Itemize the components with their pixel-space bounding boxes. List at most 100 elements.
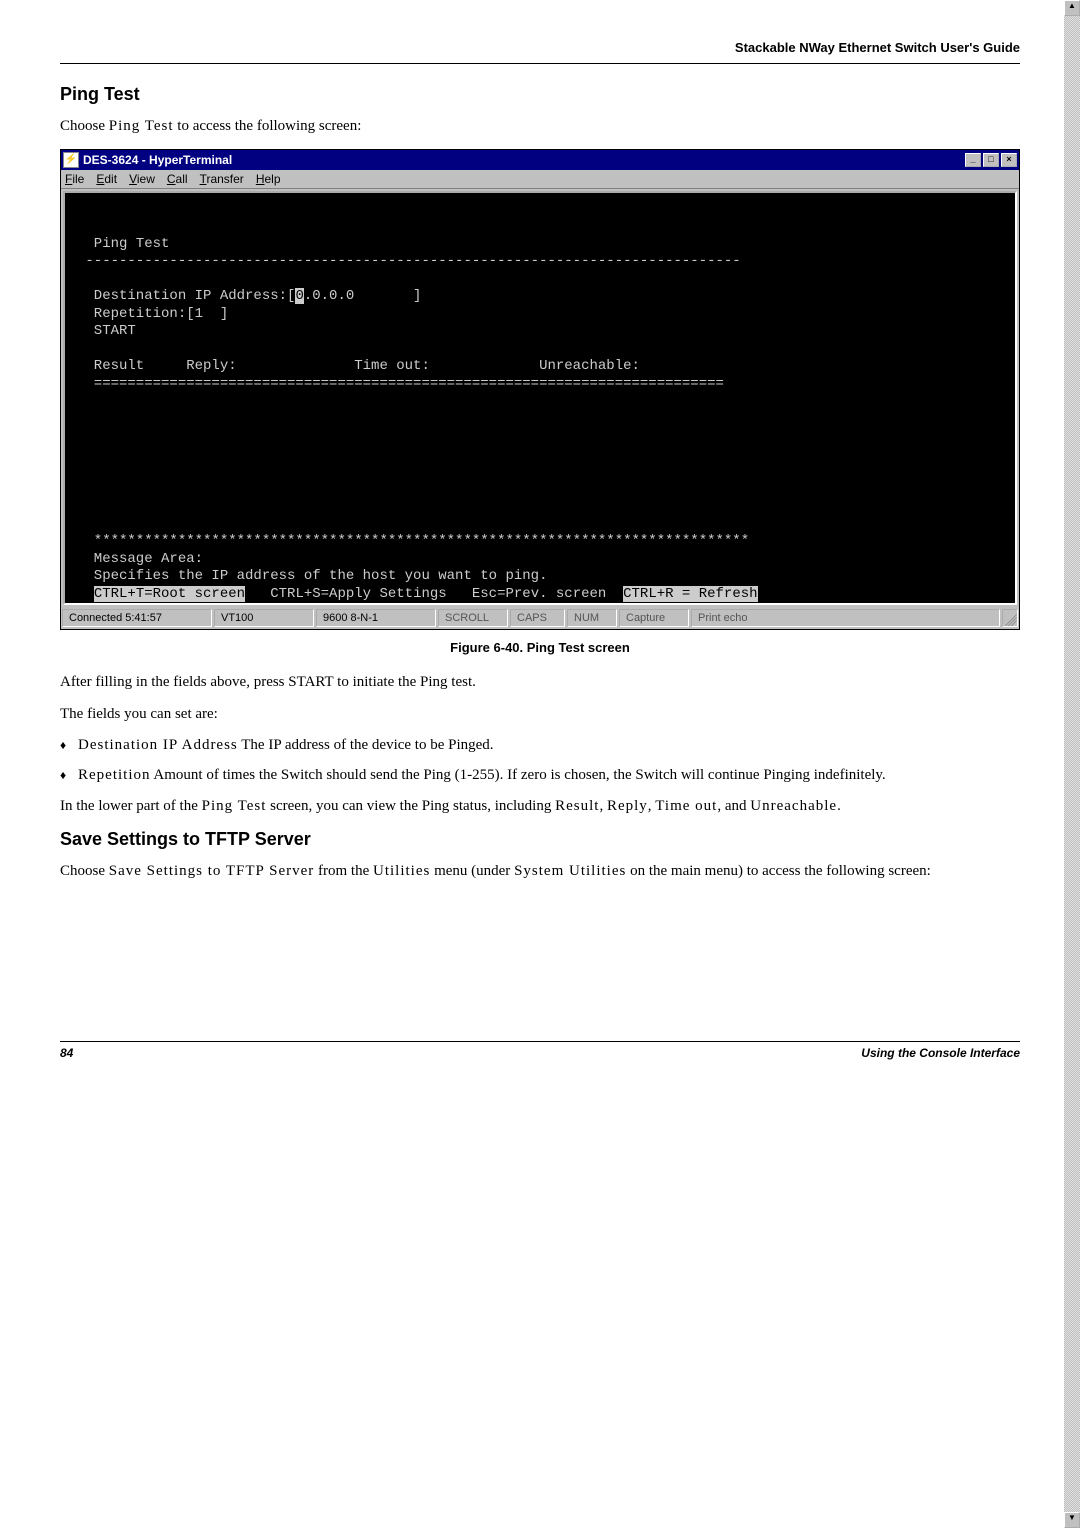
window-controls: _ □ ×	[963, 153, 1017, 167]
window-title: DES-3624 - HyperTerminal	[83, 153, 963, 167]
save-settings-paragraph: Choose Save Settings to TFTP Server from…	[60, 862, 1020, 882]
ping-test-heading: Ping Test	[60, 84, 1020, 105]
scroll-down-button[interactable]: ▼	[1064, 1512, 1080, 1528]
status-connected: Connected 5:41:57	[62, 609, 212, 627]
page-footer: 84 Using the Console Interface	[0, 1041, 1080, 1090]
s2-b2: Utilities	[373, 863, 430, 879]
status-emulation: VT100	[214, 609, 314, 627]
menu-bar: File Edit View Call Transfer Help	[61, 170, 1019, 189]
term-dest-line: Destination IP Address:[0.0.0.0 ]	[77, 288, 421, 304]
menu-view[interactable]: View	[129, 172, 155, 186]
footer-rule	[60, 1041, 1020, 1042]
term-blank8	[77, 463, 85, 479]
p3-b4: Time out	[655, 798, 717, 814]
field-list: Destination IP Address The IP address of…	[60, 736, 1020, 785]
term-eq-line: ========================================…	[77, 376, 724, 392]
close-button[interactable]: ×	[1001, 153, 1017, 167]
p3-mid: screen, you can view the Ping status, in…	[266, 798, 555, 814]
scroll-up-button[interactable]: ▲	[1064, 0, 1080, 16]
term-blank2	[77, 271, 85, 287]
after-p2: The fields you can set are:	[60, 705, 1020, 725]
p3-b3: Reply	[607, 798, 648, 814]
rest-destination: The IP address of the device to be Pinge…	[238, 737, 494, 753]
term-repetition: Repetition	[78, 767, 151, 783]
s2-b1: Save Settings to TFTP Server	[109, 863, 315, 879]
term-blank3	[77, 341, 85, 357]
list-item-destination: Destination IP Address The IP address of…	[60, 736, 1020, 756]
lower-part-paragraph: In the lower part of the Ping Test scree…	[60, 797, 1020, 817]
term-blank7	[77, 446, 85, 462]
term-blank10	[77, 498, 85, 514]
term-title-line: Ping Test	[77, 236, 169, 252]
term-hints: CTRL+T=Root screen CTRL+S=Apply Settings…	[77, 586, 758, 602]
footer-label: Using the Console Interface	[861, 1046, 1020, 1060]
term-dash: ----------------------------------------…	[77, 253, 741, 269]
term-stars: ****************************************…	[77, 533, 749, 549]
resize-grip-icon[interactable]	[1002, 609, 1018, 627]
p3-c1: ,	[599, 798, 607, 814]
hint-root: CTRL+T=Root screen	[94, 586, 245, 602]
p3-b2: Result	[555, 798, 599, 814]
s2-b3: System Utilities	[514, 863, 626, 879]
dest-ip-cursor[interactable]: 0	[295, 288, 303, 304]
hint-mid: CTRL+S=Apply Settings Esc=Prev. screen	[245, 586, 623, 602]
figure-caption: Figure 6-40. Ping Test screen	[0, 640, 1080, 655]
list-item-repetition: Repetition Amount of times the Switch sh…	[60, 766, 1020, 786]
p3-end: .	[837, 798, 841, 814]
term-blank	[77, 218, 85, 234]
intro-bold: Ping Test	[109, 118, 174, 134]
term-msgarea: Message Area:	[77, 551, 203, 567]
minimize-button[interactable]: _	[965, 153, 981, 167]
terminal-scrollbar[interactable]: ▲ ▼	[1064, 0, 1080, 1528]
header-rule	[60, 63, 1020, 64]
p3-pre: In the lower part of the	[60, 798, 202, 814]
term-blank11	[77, 516, 85, 532]
s2-pre: Choose	[60, 863, 109, 879]
terminal-frame: Ping Test ------------------------------…	[63, 191, 1017, 606]
term-blank9	[77, 481, 85, 497]
menu-file[interactable]: File	[65, 172, 84, 186]
term-destination: Destination IP Address	[78, 737, 238, 753]
term-msgtext: Specifies the IP address of the host you…	[77, 568, 547, 584]
status-printecho: Print echo	[691, 609, 1000, 627]
intro-pre: Choose	[60, 118, 109, 134]
intro-post: to access the following screen:	[174, 118, 362, 134]
term-blank6	[77, 428, 85, 444]
p3-b5: Unreachable	[750, 798, 837, 814]
maximize-button[interactable]: □	[983, 153, 999, 167]
page-header: Stackable NWay Ethernet Switch User's Gu…	[0, 0, 1080, 63]
status-caps: CAPS	[510, 609, 565, 627]
hint-refresh: CTRL+R = Refresh	[623, 586, 757, 602]
app-icon: ⚡	[63, 152, 79, 168]
menu-edit[interactable]: Edit	[96, 172, 117, 186]
p3-c3: , and	[717, 798, 750, 814]
scroll-track[interactable]	[1064, 16, 1080, 1512]
status-bar: Connected 5:41:57 VT100 9600 8-N-1 SCROL…	[61, 607, 1019, 629]
s2-mid3: on the main menu) to access the followin…	[626, 863, 931, 879]
dest-label: Destination IP Address:[	[77, 288, 295, 304]
title-bar[interactable]: ⚡ DES-3624 - HyperTerminal _ □ ×	[61, 150, 1019, 170]
menu-help[interactable]: Help	[256, 172, 281, 186]
s2-mid1: from the	[314, 863, 373, 879]
status-baud: 9600 8-N-1	[316, 609, 436, 627]
menu-call[interactable]: Call	[167, 172, 188, 186]
page-number: 84	[60, 1046, 73, 1060]
p3-b1: Ping Test	[202, 798, 267, 814]
s2-mid2: menu (under	[430, 863, 514, 879]
term-rep-line: Repetition:[1 ]	[77, 306, 228, 322]
menu-transfer[interactable]: Transfer	[200, 172, 244, 186]
term-result-line: Result Reply: Time out: Unreachable:	[77, 358, 640, 374]
hyperterminal-window: ⚡ DES-3624 - HyperTerminal _ □ × File Ed…	[60, 149, 1020, 631]
dest-ip-rest: .0.0.0 ]	[304, 288, 422, 304]
status-num: NUM	[567, 609, 617, 627]
term-blank5	[77, 411, 85, 427]
hint-pre	[77, 586, 94, 602]
status-capture: Capture	[619, 609, 689, 627]
save-settings-heading: Save Settings to TFTP Server	[60, 829, 1020, 850]
term-start-line: START	[77, 323, 136, 339]
term-blank4	[77, 393, 85, 409]
intro-paragraph: Choose Ping Test to access the following…	[60, 117, 1020, 137]
rest-repetition: Amount of times the Switch should send t…	[151, 767, 886, 783]
after-p1: After filling in the fields above, press…	[60, 673, 1020, 693]
terminal-content[interactable]: Ping Test ------------------------------…	[65, 193, 1015, 604]
